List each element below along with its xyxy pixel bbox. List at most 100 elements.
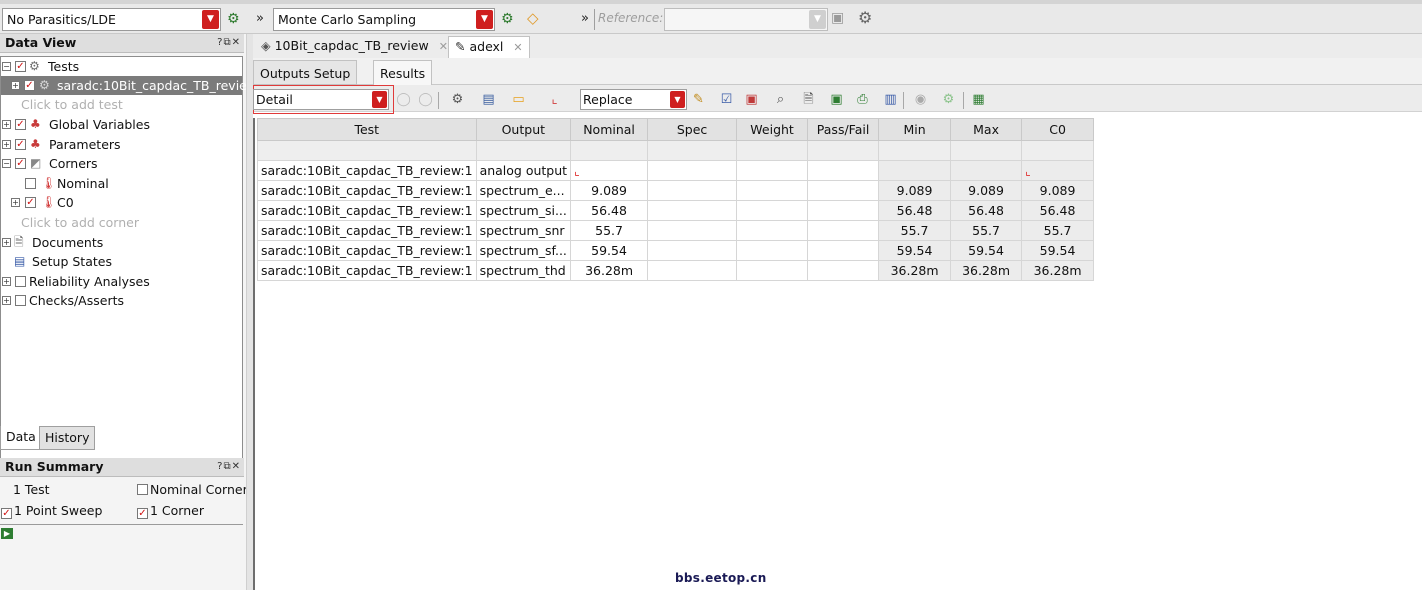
tree-item-checks-asserts[interactable]: + Checks/Asserts [1, 291, 242, 310]
checkbox-checked[interactable]: ✓ [137, 508, 148, 519]
checkbox-checked[interactable]: ✓ [24, 80, 35, 91]
target-icon[interactable]: ◉ [911, 90, 930, 109]
cell-weight[interactable] [736, 180, 809, 201]
cell-nominal[interactable]: ⌞ [570, 160, 649, 181]
reference-select[interactable]: ▼ [664, 8, 828, 31]
gear-green-icon[interactable]: ⚙ [227, 9, 240, 29]
check-doc-icon[interactable]: ☑ [717, 90, 736, 109]
chevron-down-icon[interactable]: ▼ [476, 10, 493, 29]
tree-item-add-corner[interactable]: Click to add corner [1, 213, 242, 232]
table-view-icon[interactable]: ▤ [479, 90, 498, 109]
chevron-down-icon[interactable]: ▼ [809, 10, 826, 29]
column-header-output[interactable]: Output [475, 118, 572, 141]
cell-weight[interactable] [736, 220, 809, 241]
expand-icon[interactable]: + [11, 198, 20, 207]
collapse-icon[interactable]: − [2, 62, 11, 71]
close-icon[interactable]: ✕ [439, 40, 448, 53]
circle-icon[interactable]: ◯ [394, 90, 413, 109]
expand-icon[interactable]: + [2, 140, 11, 149]
export-icon[interactable]: ⎙ [853, 90, 872, 109]
waveform-plot-icon[interactable]: ⌞ [574, 164, 580, 178]
close-icon[interactable]: ✕ [513, 41, 522, 54]
column-header-test[interactable]: Test [257, 118, 477, 141]
cell-spec[interactable] [647, 220, 738, 241]
table-row[interactable]: saradc:10Bit_capdac_TB_review:1 spectrum… [257, 220, 1095, 241]
chevron-down-icon[interactable]: ▼ [670, 91, 685, 108]
checkbox-checked[interactable]: ✓ [15, 158, 26, 169]
run-summary-corners[interactable]: ✓ 1 Corner [137, 503, 204, 519]
column-header-min[interactable]: Min [878, 118, 952, 141]
tab-adexl[interactable]: ✎ adexl ✕ [448, 36, 530, 58]
tree-item-reliability[interactable]: + Reliability Analyses [1, 272, 242, 291]
cell-spec[interactable] [647, 180, 738, 201]
expand-icon[interactable]: + [2, 277, 11, 286]
checkbox-unchecked[interactable] [137, 484, 148, 495]
checkbox-unchecked[interactable] [25, 178, 36, 189]
cell-weight[interactable] [736, 160, 809, 181]
circle-icon[interactable]: ◯ [416, 90, 435, 109]
tab-testbench[interactable]: ◈ 10Bit_capdac_TB_review ✕ [255, 36, 454, 58]
panel-splitter[interactable] [246, 34, 253, 590]
collapse-icon[interactable]: − [2, 159, 11, 168]
view-mode-select[interactable]: Detail ▼ [253, 89, 389, 110]
checkbox-unchecked[interactable] [15, 295, 26, 306]
run-summary-nominal-corner[interactable]: Nominal Corner [137, 482, 248, 497]
measure-icon[interactable]: ✎ [689, 90, 708, 109]
parasitics-mode-select[interactable]: No Parasitics/LDE ▼ [2, 8, 221, 31]
tab-outputs-setup[interactable]: Outputs Setup [253, 60, 358, 85]
cell-spec[interactable] [647, 260, 738, 281]
zoom-icon[interactable]: ⌕ [771, 90, 790, 109]
checkbox-checked[interactable]: ✓ [1, 508, 12, 519]
tree-item-test-saradc[interactable]: + ✓ ⚙ saradc:10Bit_capdac_TB_revie.. [1, 76, 255, 95]
tab-history[interactable]: History [39, 426, 96, 450]
cell-spec[interactable] [647, 200, 738, 221]
chevron-down-icon[interactable]: ▼ [202, 10, 219, 29]
cell-spec[interactable] [647, 160, 738, 181]
tree-item-corner-c0[interactable]: + ✓ 🌡 C0 [1, 193, 242, 212]
panel-window-controls[interactable]: ?⧉✕ [217, 34, 241, 52]
checkbox-checked[interactable]: ✓ [15, 61, 26, 72]
run-mode-select[interactable]: Monte Carlo Sampling ▼ [273, 8, 495, 31]
checkbox-checked[interactable]: ✓ [15, 139, 26, 150]
document-icon[interactable]: 🗎 [799, 90, 818, 109]
tree-item-tests[interactable]: − ✓ ⚙ Tests [1, 57, 242, 76]
compare-icon[interactable]: ▣ [831, 8, 844, 28]
column-header-weight[interactable]: Weight [736, 118, 809, 141]
panel-window-controls[interactable]: ?⧉✕ [217, 458, 241, 476]
expand-panel-icon[interactable]: ▶ [1, 528, 13, 539]
gears-icon[interactable]: ⚙ [448, 90, 467, 109]
expand-icon[interactable]: + [11, 81, 20, 90]
table-row[interactable]: saradc:10Bit_capdac_TB_review:1 spectrum… [257, 240, 1095, 261]
table-row[interactable]: saradc:10Bit_capdac_TB_review:1 spectrum… [257, 200, 1095, 221]
tree-item-add-test[interactable]: Click to add test [1, 95, 242, 114]
cell-c0[interactable]: ⌞ [1021, 160, 1095, 181]
cell-weight[interactable] [736, 200, 809, 221]
list-icon[interactable]: ▥ [881, 90, 900, 109]
run-options-icon[interactable]: ⚙ [501, 9, 514, 29]
expand-icon[interactable]: + [2, 120, 11, 129]
network-icon[interactable]: ⚙ [939, 90, 958, 109]
table-row[interactable]: saradc:10Bit_capdac_TB_review:1 analog o… [257, 160, 1095, 181]
cell-weight[interactable] [736, 240, 809, 261]
remove-icon[interactable]: ▣ [742, 90, 761, 109]
overflow-chevron-icon[interactable]: » [581, 11, 589, 26]
checkbox-unchecked[interactable] [15, 276, 26, 287]
expand-icon[interactable]: + [2, 238, 11, 247]
plot-icon[interactable]: ⌞ [545, 90, 564, 109]
tree-item-documents[interactable]: + 🗎 Documents [1, 233, 242, 252]
tree-item-corners[interactable]: − ✓ ◩ Corners [1, 154, 242, 173]
plot-mode-select[interactable]: Replace ▼ [580, 89, 687, 110]
checkbox-checked[interactable]: ✓ [25, 197, 36, 208]
expand-icon[interactable]: + [2, 296, 11, 305]
column-header-nominal[interactable]: Nominal [570, 118, 649, 141]
tree-item-setup-states[interactable]: ▤ Setup States [1, 252, 242, 271]
tab-data[interactable]: Data [0, 426, 42, 450]
column-header-pass-fail[interactable]: Pass/Fail [807, 118, 880, 141]
chevron-down-icon[interactable]: ▼ [372, 91, 387, 108]
tree-item-parameters[interactable]: + ✓ ♣ Parameters [1, 135, 242, 154]
column-header-spec[interactable]: Spec [647, 118, 738, 141]
monitor-icon[interactable]: ▣ [827, 90, 846, 109]
settings-gear-icon[interactable]: ⚙ [858, 8, 872, 28]
cell-spec[interactable] [647, 240, 738, 261]
tree-item-corner-nominal[interactable]: 🌡 Nominal [1, 174, 242, 193]
